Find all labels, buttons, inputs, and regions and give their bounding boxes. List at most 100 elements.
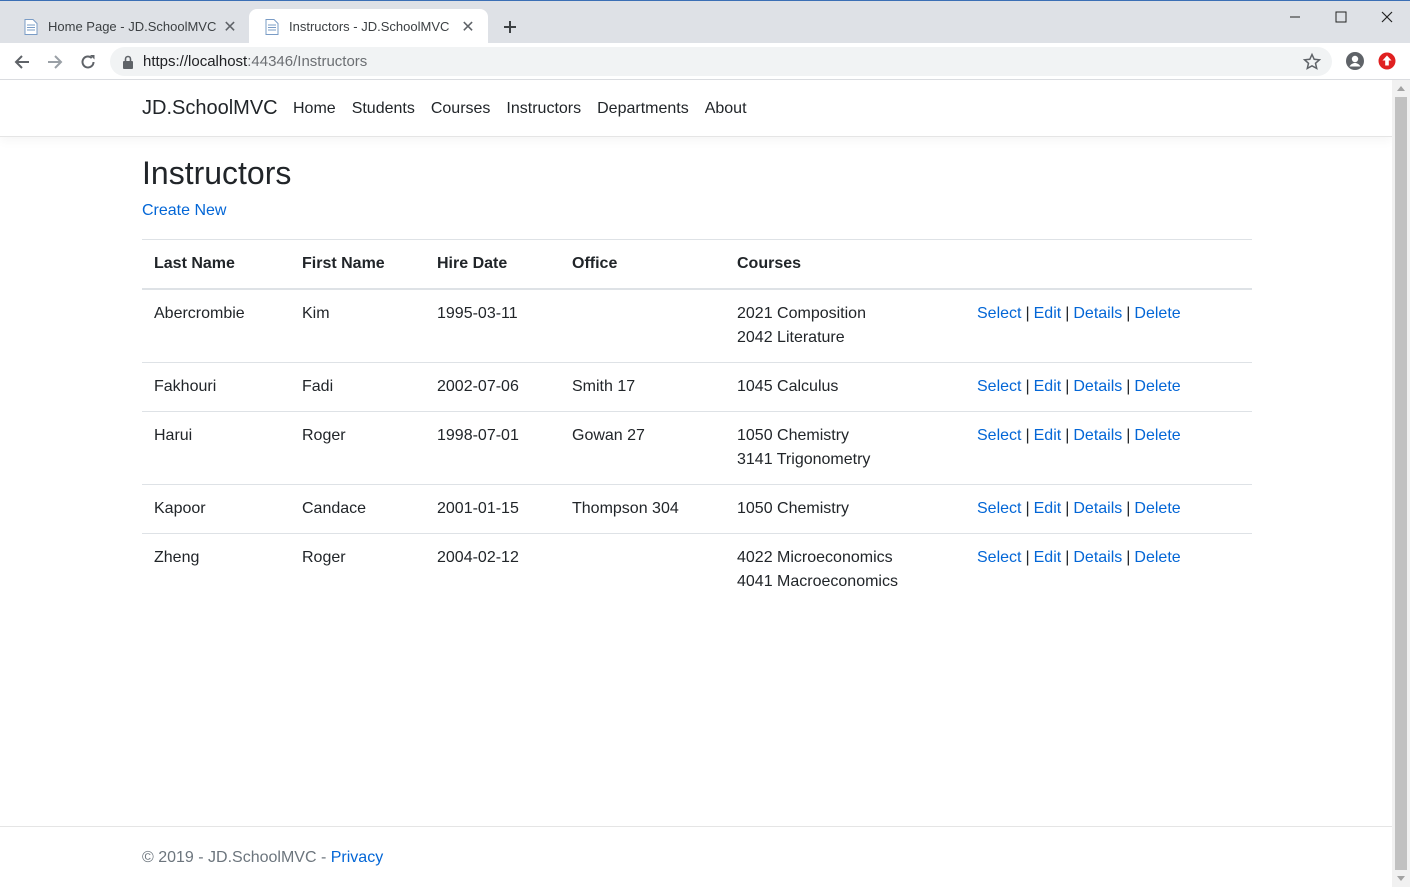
site-navbar: JD.SchoolMVC Home Students Courses Instr…	[0, 80, 1392, 137]
nav-link-instructors[interactable]: Instructors	[498, 100, 589, 118]
site-nav-links: Home Students Courses Instructors Depart…	[285, 100, 755, 118]
cell-first-name: Fadi	[290, 362, 425, 412]
delete-link[interactable]: Delete	[1134, 500, 1180, 517]
details-link[interactable]: Details	[1073, 549, 1122, 566]
browser-toolbar: https://localhost:44346/Instructors	[0, 43, 1410, 80]
cell-office: Thompson 304	[560, 484, 725, 534]
cell-actions: Select | Edit | Details | Delete	[965, 411, 1252, 485]
window-close-icon[interactable]	[1364, 1, 1410, 32]
nav-link-departments[interactable]: Departments	[589, 100, 697, 118]
delete-link[interactable]: Delete	[1134, 549, 1180, 566]
table-header-row: Last Name First Name Hire Date Office Co…	[142, 239, 1252, 290]
course-item: 3141 Trigonometry	[737, 451, 871, 468]
cell-first-name: Candace	[290, 484, 425, 534]
minimize-icon[interactable]	[1272, 1, 1318, 32]
tab-title: Home Page - JD.SchoolMVC	[48, 19, 217, 34]
select-link[interactable]: Select	[977, 305, 1021, 322]
cell-hire-date: 1995-03-11	[437, 305, 518, 322]
cell-last-name: Fakhouri	[142, 362, 290, 412]
table-row: Fakhouri Fadi 2002-07-06 Smith 17 1045 C…	[142, 362, 1252, 412]
tab-home-page[interactable]: Home Page - JD.SchoolMVC ✕	[8, 9, 250, 44]
delete-link[interactable]: Delete	[1134, 427, 1180, 444]
delete-link[interactable]: Delete	[1134, 305, 1180, 322]
cell-actions: Select | Edit | Details | Delete	[977, 305, 1181, 322]
maximize-icon[interactable]	[1318, 1, 1364, 32]
back-arrow-icon[interactable]	[8, 48, 36, 76]
forward-arrow-icon[interactable]	[41, 48, 69, 76]
cell-last-name: Abercrombie	[154, 305, 245, 322]
scroll-down-arrow-icon[interactable]	[1392, 870, 1410, 887]
reload-icon[interactable]	[74, 48, 102, 76]
column-header-courses: Courses	[725, 239, 965, 290]
edit-link[interactable]: Edit	[1034, 378, 1062, 395]
column-header-actions	[965, 239, 1252, 290]
cell-office	[560, 533, 725, 606]
cell-hire-date: 2001-01-15	[425, 484, 560, 534]
site-footer: © 2019 - JD.SchoolMVC - Privacy	[0, 826, 1392, 887]
browser-tab-strip: Home Page - JD.SchoolMVC ✕ Instructors -…	[0, 0, 1410, 44]
cell-first-name: Kim	[302, 305, 330, 322]
edit-link[interactable]: Edit	[1034, 305, 1062, 322]
cell-actions: Select | Edit | Details | Delete	[965, 533, 1252, 606]
nav-link-about[interactable]: About	[697, 100, 755, 118]
nav-link-courses[interactable]: Courses	[423, 100, 499, 118]
cell-courses: 4022 Microeconomics 4041 Macroeconomics	[725, 533, 965, 606]
edit-link[interactable]: Edit	[1034, 549, 1062, 566]
cell-last-name: Kapoor	[142, 484, 290, 534]
select-link[interactable]: Select	[977, 378, 1021, 395]
course-item: 4041 Macroeconomics	[737, 573, 898, 590]
details-link[interactable]: Details	[1073, 378, 1122, 395]
tab-instructors[interactable]: Instructors - JD.SchoolMVC ✕	[249, 9, 488, 44]
close-icon[interactable]: ✕	[460, 19, 476, 36]
site-brand[interactable]: JD.SchoolMVC	[142, 97, 278, 120]
cell-courses: 1050 Chemistry 3141 Trigonometry	[725, 411, 965, 485]
delete-link[interactable]: Delete	[1134, 378, 1180, 395]
cell-hire-date: 2004-02-12	[425, 533, 560, 606]
close-icon[interactable]: ✕	[222, 19, 238, 36]
scrollbar-thumb[interactable]	[1395, 97, 1407, 870]
cell-actions: Select | Edit | Details | Delete	[965, 484, 1252, 534]
cell-actions: Select | Edit | Details | Delete	[965, 362, 1252, 412]
details-link[interactable]: Details	[1073, 305, 1122, 322]
bookmark-star-icon[interactable]	[1302, 52, 1322, 72]
course-item: 1050 Chemistry	[737, 500, 850, 517]
vertical-scrollbar[interactable]	[1392, 80, 1410, 887]
column-header-hire-date: Hire Date	[425, 239, 560, 290]
column-header-last-name: Last Name	[142, 239, 290, 290]
profile-icon[interactable]	[1345, 51, 1365, 71]
course-item: 2021 Composition	[737, 305, 866, 322]
tab-title: Instructors - JD.SchoolMVC	[289, 19, 450, 34]
table-row: Abercrombie Kim 1995-03-11 2021 Composit…	[142, 289, 1252, 363]
cell-first-name: Roger	[290, 411, 425, 485]
select-link[interactable]: Select	[977, 549, 1021, 566]
nav-link-students[interactable]: Students	[344, 100, 423, 118]
nav-link-home[interactable]: Home	[285, 100, 344, 118]
lock-icon	[123, 55, 133, 69]
url-text: https://localhost:44346/Instructors	[143, 53, 368, 70]
cell-courses: 2021 Composition 2042 Literature	[725, 289, 965, 363]
cell-courses: 1045 Calculus	[725, 362, 965, 412]
table-row: Kapoor Candace 2001-01-15 Thompson 304 1…	[142, 484, 1252, 534]
edit-link[interactable]: Edit	[1034, 500, 1062, 517]
details-link[interactable]: Details	[1073, 427, 1122, 444]
new-tab-plus-icon[interactable]	[498, 15, 522, 39]
create-new-link[interactable]: Create New	[142, 202, 226, 220]
cell-last-name: Zheng	[142, 533, 290, 606]
address-bar[interactable]: https://localhost:44346/Instructors	[110, 47, 1332, 76]
cell-first-name: Roger	[290, 533, 425, 606]
column-header-first-name: First Name	[290, 239, 425, 290]
cell-office: Gowan 27	[560, 411, 725, 485]
course-item: 1045 Calculus	[737, 378, 839, 395]
select-link[interactable]: Select	[977, 500, 1021, 517]
scroll-up-arrow-icon[interactable]	[1392, 80, 1410, 97]
details-link[interactable]: Details	[1073, 500, 1122, 517]
extension-icon[interactable]	[1377, 51, 1397, 71]
privacy-link[interactable]: Privacy	[331, 849, 383, 866]
column-header-office: Office	[560, 239, 725, 290]
table-row: Zheng Roger 2004-02-12 4022 Microeconomi…	[142, 533, 1252, 606]
select-link[interactable]: Select	[977, 427, 1021, 444]
cell-hire-date: 2002-07-06	[425, 362, 560, 412]
cell-office: Smith 17	[560, 362, 725, 412]
page-title: Instructors	[142, 155, 292, 191]
edit-link[interactable]: Edit	[1034, 427, 1062, 444]
